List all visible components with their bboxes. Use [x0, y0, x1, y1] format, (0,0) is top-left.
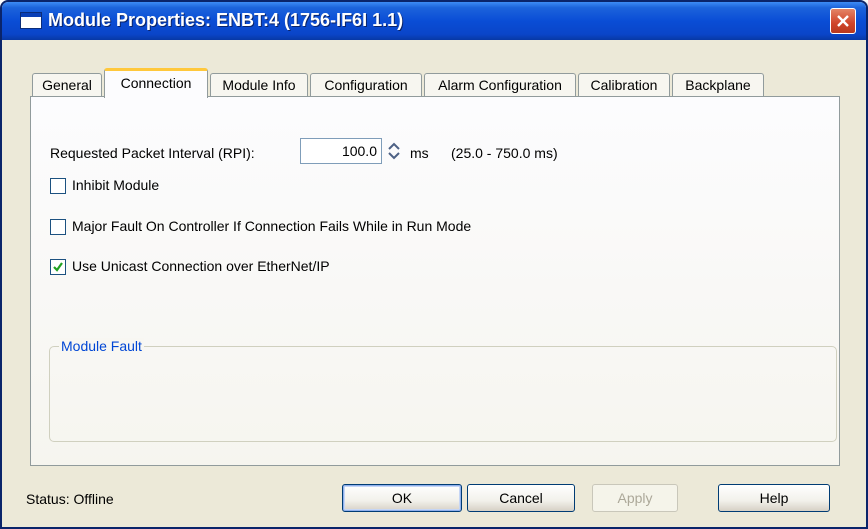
- tab-general[interactable]: General: [32, 73, 102, 97]
- module-fault-group: [49, 346, 837, 442]
- status-text: Status: Offline: [26, 491, 114, 507]
- tab-module-info[interactable]: Module Info: [210, 73, 308, 97]
- unicast-connection-checkbox[interactable]: [50, 259, 66, 275]
- close-button[interactable]: [830, 8, 856, 34]
- rpi-label: Requested Packet Interval (RPI):: [50, 145, 255, 161]
- tab-calibration[interactable]: Calibration: [578, 73, 670, 97]
- tab-connection[interactable]: Connection: [104, 68, 208, 98]
- title-bar[interactable]: Module Properties: ENBT:4 (1756-IF6I 1.1…: [2, 2, 866, 40]
- tab-alarm-configuration[interactable]: Alarm Configuration: [424, 73, 576, 97]
- ok-button[interactable]: OK: [342, 484, 462, 512]
- tab-configuration[interactable]: Configuration: [310, 73, 422, 97]
- window-title: Module Properties: ENBT:4 (1756-IF6I 1.1…: [48, 10, 404, 30]
- spin-up-down-icon: [388, 142, 400, 160]
- module-fault-label: Module Fault: [59, 338, 144, 354]
- tab-backplane[interactable]: Backplane: [672, 73, 764, 97]
- major-fault-checkbox[interactable]: [50, 219, 66, 235]
- rpi-spinner[interactable]: [383, 138, 405, 164]
- checkmark-icon: [53, 262, 63, 272]
- help-button[interactable]: Help: [718, 484, 830, 512]
- major-fault-label: Major Fault On Controller If Connection …: [72, 218, 472, 234]
- rpi-input[interactable]: 100.0: [300, 138, 382, 164]
- cancel-button[interactable]: Cancel: [467, 484, 575, 512]
- rpi-range: (25.0 - 750.0 ms): [451, 145, 558, 161]
- unicast-connection-label: Use Unicast Connection over EtherNet/IP: [72, 258, 330, 274]
- inhibit-module-checkbox[interactable]: [50, 178, 66, 194]
- rpi-unit: ms: [410, 145, 429, 161]
- close-icon: [837, 15, 849, 27]
- window-icon: [20, 12, 42, 29]
- inhibit-module-label: Inhibit Module: [72, 177, 160, 193]
- apply-button[interactable]: Apply: [592, 484, 678, 512]
